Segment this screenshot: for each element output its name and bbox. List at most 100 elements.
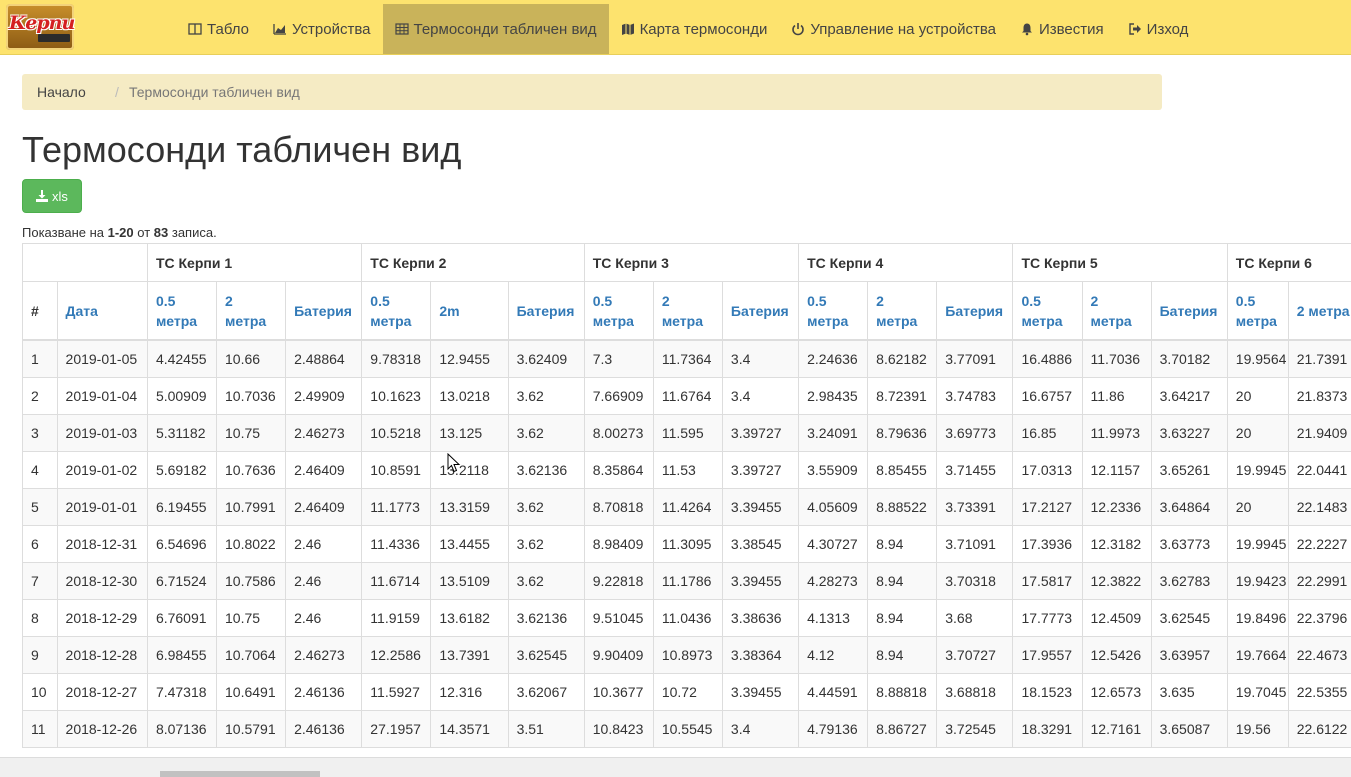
- column-header[interactable]: 0.5 метра: [1227, 282, 1288, 341]
- table-cell: 13.0218: [431, 378, 508, 415]
- scrollbar-thumb[interactable]: [160, 771, 320, 777]
- table-cell: 3.71455: [937, 452, 1013, 489]
- table-cell: 11: [23, 711, 58, 748]
- column-header[interactable]: 2 метра: [217, 282, 286, 341]
- nav-item-4[interactable]: Карта термосонди: [609, 4, 780, 54]
- table-cell: 2018-12-30: [57, 563, 147, 600]
- table-cell: 3.70727: [937, 637, 1013, 674]
- column-header[interactable]: 2 метра: [653, 282, 722, 341]
- table-cell: 8.85455: [868, 452, 937, 489]
- table-cell: 19.8496: [1227, 600, 1288, 637]
- column-header[interactable]: 2m: [431, 282, 508, 341]
- table-cell: 11.53: [653, 452, 722, 489]
- probe-group-header[interactable]: ТС Керпи 4: [799, 244, 1013, 282]
- table-cell: 8.00273: [584, 415, 653, 452]
- column-header[interactable]: 0.5 метра: [147, 282, 216, 341]
- table-cell: 2.46: [286, 526, 362, 563]
- table-cell: 22.3796: [1288, 600, 1351, 637]
- breadcrumb: Начало / Термосонди табличен вид: [22, 74, 1162, 110]
- nav-item-1[interactable]: Табло: [176, 4, 261, 54]
- column-header[interactable]: 2 метра: [868, 282, 937, 341]
- table-cell: 20: [1227, 415, 1288, 452]
- table-cell: 3.70182: [1151, 340, 1227, 378]
- table-cell: 12.316: [431, 674, 508, 711]
- column-header-index[interactable]: #: [23, 282, 58, 341]
- column-header[interactable]: 0.5 метра: [362, 282, 431, 341]
- table-cell: 2019-01-04: [57, 378, 147, 415]
- table-cell: 3.51: [508, 711, 584, 748]
- table-cell: 10.75: [217, 600, 286, 637]
- table-cell: 19.7045: [1227, 674, 1288, 711]
- column-header[interactable]: Батерия: [722, 282, 798, 341]
- summary-middle: от: [134, 225, 154, 240]
- column-header[interactable]: Батерия: [508, 282, 584, 341]
- column-header[interactable]: 0.5 метра: [1013, 282, 1082, 341]
- summary-range: 1-20: [108, 225, 134, 240]
- logout-icon: [1128, 22, 1142, 36]
- table-cell: 2.46136: [286, 711, 362, 748]
- table-cell: 11.0436: [653, 600, 722, 637]
- table-cell: 16.4886: [1013, 340, 1082, 378]
- table-cell: 3.65087: [1151, 711, 1227, 748]
- table-cell: 11.6714: [362, 563, 431, 600]
- table-cell: 3.39455: [722, 674, 798, 711]
- nav-item-label: Известия: [1039, 21, 1104, 38]
- table-cell: 10.5218: [362, 415, 431, 452]
- table-cell: 2018-12-28: [57, 637, 147, 674]
- nav-item-6[interactable]: Известия: [1008, 4, 1116, 54]
- probe-group-header-row: ТС Керпи 1ТС Керпи 2ТС Керпи 3ТС Керпи 4…: [23, 244, 1351, 282]
- horizontal-scrollbar[interactable]: [0, 757, 1351, 777]
- top-navbar: Керпи ТаблоУстройства Термосонди табличен…: [0, 0, 1351, 55]
- table-cell: 12.5426: [1082, 637, 1151, 674]
- table-cell: 13.125: [431, 415, 508, 452]
- table-cell: 1: [23, 340, 58, 378]
- brand-logo[interactable]: Керпи: [6, 4, 74, 50]
- column-header[interactable]: Батерия: [937, 282, 1013, 341]
- thermoprobe-table-container[interactable]: ТС Керпи 1ТС Керпи 2ТС Керпи 3ТС Керпи 4…: [22, 243, 1351, 755]
- probe-group-header[interactable]: ТС Керпи 6: [1227, 244, 1351, 282]
- column-header[interactable]: Батерия: [1151, 282, 1227, 341]
- probe-group-header[interactable]: ТС Керпи 3: [584, 244, 798, 282]
- table-cell: 11.4264: [653, 489, 722, 526]
- column-header-date[interactable]: Дата: [57, 282, 147, 341]
- table-cell: 2018-12-29: [57, 600, 147, 637]
- table-cell: 10.66: [217, 340, 286, 378]
- table-cell: 19.9945: [1227, 452, 1288, 489]
- table-row: 72018-12-306.7152410.75862.4611.671413.5…: [23, 563, 1351, 600]
- table-cell: 21.7391: [1288, 340, 1351, 378]
- table-cell: 3.72545: [937, 711, 1013, 748]
- nav-item-2[interactable]: Устройства: [261, 4, 382, 54]
- table-cell: 3.69773: [937, 415, 1013, 452]
- nav-item-7[interactable]: Изход: [1116, 4, 1201, 54]
- table-cell: 2019-01-02: [57, 452, 147, 489]
- map-icon: [621, 22, 635, 36]
- column-header[interactable]: 2 метра: [1288, 282, 1351, 341]
- table-cell: 5.69182: [147, 452, 216, 489]
- table-cell: 11.9159: [362, 600, 431, 637]
- table-cell: 4: [23, 452, 58, 489]
- breadcrumb-current: Термосонди табличен вид: [129, 84, 300, 100]
- table-cell: 6: [23, 526, 58, 563]
- probe-group-header[interactable]: ТС Керпи 2: [362, 244, 584, 282]
- column-header[interactable]: 0.5 метра: [584, 282, 653, 341]
- table-cell: 8.98409: [584, 526, 653, 563]
- table-cell: 12.3822: [1082, 563, 1151, 600]
- probe-group-header[interactable]: ТС Керпи 1: [147, 244, 361, 282]
- probe-group-header[interactable]: ТС Керпи 5: [1013, 244, 1227, 282]
- column-header[interactable]: 0.5 метра: [799, 282, 868, 341]
- table-cell: 3.62: [508, 526, 584, 563]
- nav-item-label: Термосонди табличен вид: [414, 21, 597, 38]
- nav-item-3[interactable]: Термосонди табличен вид: [383, 4, 609, 54]
- table-cell: 10.7036: [217, 378, 286, 415]
- column-header[interactable]: 2 метра: [1082, 282, 1151, 341]
- nav-item-5[interactable]: Управление на устройства: [779, 4, 1008, 54]
- table-cell: 2.46: [286, 563, 362, 600]
- table-cell: 12.7161: [1082, 711, 1151, 748]
- table-cell: 2.46409: [286, 452, 362, 489]
- table-cell: 12.4509: [1082, 600, 1151, 637]
- breadcrumb-home-link[interactable]: Начало: [37, 84, 86, 100]
- table-cell: 3.74783: [937, 378, 1013, 415]
- table-cell: 11.7364: [653, 340, 722, 378]
- export-xls-button[interactable]: xls: [22, 179, 82, 213]
- column-header[interactable]: Батерия: [286, 282, 362, 341]
